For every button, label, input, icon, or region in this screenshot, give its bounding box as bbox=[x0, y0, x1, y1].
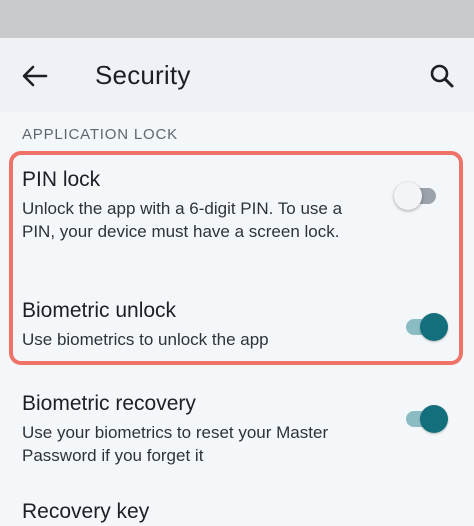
app-bar: Security bbox=[0, 38, 474, 112]
toggle-thumb bbox=[420, 313, 448, 341]
setting-title: Biometric recovery bbox=[22, 392, 196, 415]
setting-biometric-unlock[interactable]: Biometric unlock Use biometrics to unloc… bbox=[22, 298, 462, 351]
toggle-thumb bbox=[394, 182, 422, 210]
search-icon bbox=[430, 64, 454, 88]
biometric-unlock-toggle[interactable] bbox=[402, 313, 448, 341]
pin-lock-toggle[interactable] bbox=[394, 182, 440, 210]
page-title: Security bbox=[95, 60, 191, 90]
biometric-recovery-toggle[interactable] bbox=[402, 405, 448, 433]
back-button[interactable] bbox=[20, 62, 50, 90]
setting-title: Biometric unlock bbox=[22, 299, 177, 322]
setting-description: Use your biometrics to reset your Master… bbox=[22, 423, 329, 465]
setting-description: Use biometrics to unlock the app bbox=[22, 330, 269, 349]
setting-description: Unlock the app with a 6-digit PIN. To us… bbox=[22, 199, 343, 241]
arrow-left-icon bbox=[22, 65, 48, 87]
section-header-application-lock: APPLICATION LOCK bbox=[22, 126, 178, 143]
status-bar bbox=[0, 0, 474, 38]
search-button[interactable] bbox=[426, 60, 458, 92]
toggle-thumb bbox=[420, 405, 448, 433]
setting-title: Recovery key bbox=[22, 500, 150, 523]
setting-recovery-key[interactable]: Recovery key bbox=[22, 499, 462, 525]
setting-biometric-recovery[interactable]: Biometric recovery Use your biometrics t… bbox=[22, 391, 462, 467]
